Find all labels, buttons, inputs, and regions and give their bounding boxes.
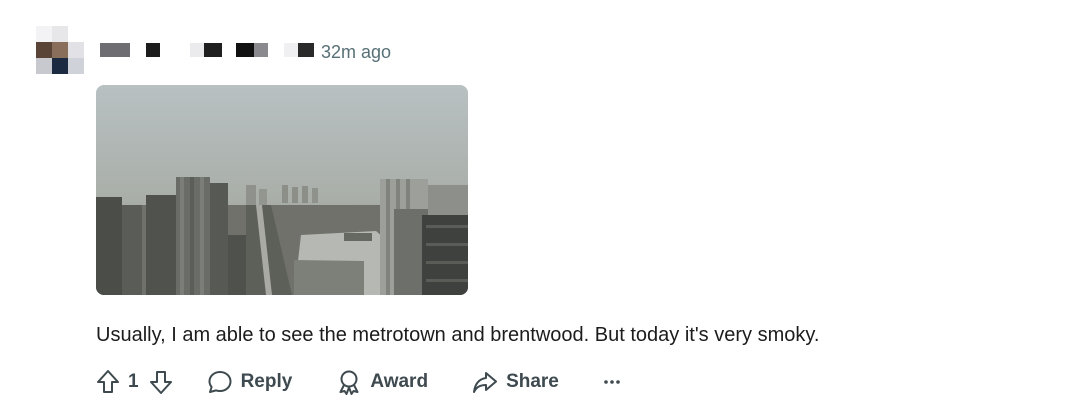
reply-label: Reply: [240, 371, 293, 392]
username-redacted[interactable]: [100, 42, 314, 58]
share-label: Share: [506, 371, 559, 392]
vote-count: 1: [128, 371, 139, 392]
comment-image[interactable]: [96, 85, 468, 295]
comment-actions: 1 Reply Award Share: [96, 366, 621, 398]
share-button[interactable]: Share: [472, 366, 559, 398]
downvote-button[interactable]: [149, 366, 173, 398]
comment-timestamp[interactable]: 32m ago: [321, 41, 391, 63]
comment: 32m ago Usually, I am able to see the me…: [0, 0, 1080, 408]
ellipsis-icon: [604, 380, 620, 384]
award-label: Award: [370, 371, 429, 392]
upvote-button[interactable]: [96, 366, 120, 398]
comment-body: Usually, I am able to see the metrotown …: [96, 324, 820, 346]
arrow-up-icon: [97, 370, 119, 393]
share-arrow-icon: [473, 372, 498, 393]
speech-bubble-icon: [208, 371, 232, 393]
more-options-button[interactable]: [603, 366, 621, 398]
avatar[interactable]: [36, 26, 84, 74]
reply-button[interactable]: Reply: [207, 366, 293, 398]
award-ribbon-icon: [339, 370, 359, 395]
award-button[interactable]: Award: [336, 366, 428, 398]
arrow-down-icon: [149, 371, 172, 394]
